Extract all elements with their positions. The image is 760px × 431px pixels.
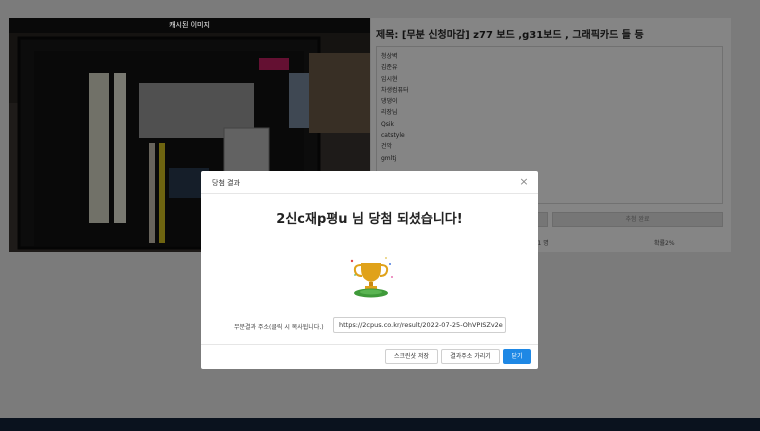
result-address-label: 무분결과 주소(클릭 시 복사됩니다.) [234, 324, 324, 331]
result-modal: 당첨 결과 × 2신c재p평u 님 당첨 되셨습니다! 무분결과 주소(클릭 시… [201, 171, 538, 369]
hide-result-address-button[interactable]: 결과주소 가리기 [441, 349, 500, 364]
modal-header: 당첨 결과 × [201, 171, 538, 194]
save-screenshot-button[interactable]: 스크린샷 저장 [385, 349, 438, 364]
close-button[interactable]: 닫기 [503, 349, 531, 364]
trophy-icon [350, 257, 393, 298]
close-icon[interactable]: × [517, 175, 531, 189]
result-address-field[interactable]: https://2cpus.co.kr/result/2022-07-25-Oh… [333, 317, 506, 333]
modal-title: 당첨 결과 [212, 179, 240, 187]
image-caption: 캐시된 이미지 [9, 18, 370, 33]
winner-message: 2신c재p평u 님 당첨 되셨습니다! [276, 212, 463, 227]
